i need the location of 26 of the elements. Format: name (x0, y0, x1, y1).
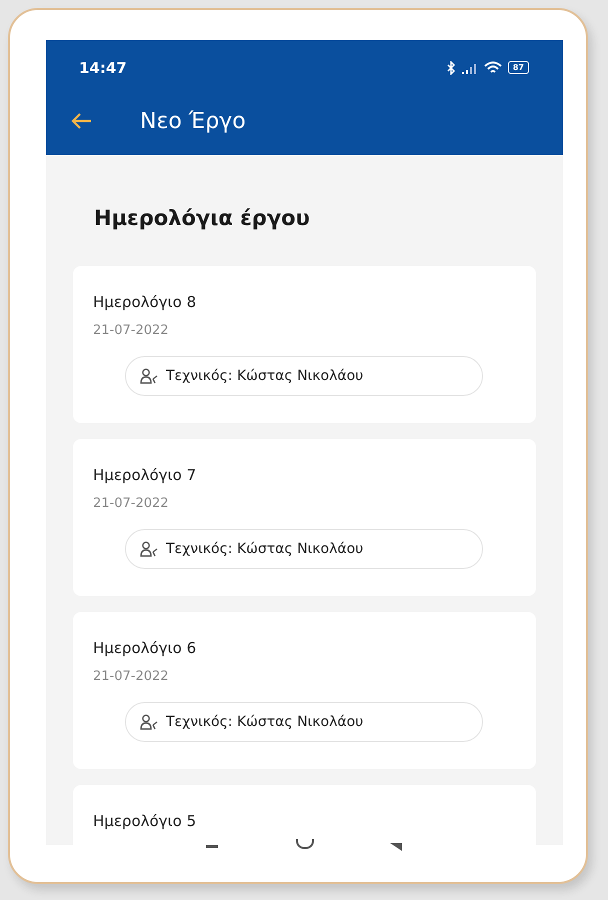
person-icon (140, 541, 158, 557)
log-date: 21-07-2022 (93, 669, 170, 684)
log-card[interactable]: Ημερολόγιο 5 (73, 785, 536, 845)
technician-chip: Τεχνικός: Κώστας Νικολάου (125, 356, 483, 396)
log-card[interactable]: Ημερολόγιο 6 21-07-2022 Τεχνικός: Κώστας Νικολάου (73, 612, 536, 769)
wifi-icon (484, 60, 502, 74)
signal-icon (462, 62, 478, 74)
technician-chip: Τεχνικός: Κώστας Νικολάου (125, 702, 483, 742)
battery-icon: 87 (508, 61, 529, 74)
log-title: Ημερολόγιο 5 (93, 811, 198, 831)
person-icon (140, 368, 158, 384)
back-icon[interactable] (390, 843, 402, 851)
page-title: Νεο Έργο (140, 108, 246, 134)
log-date: 21-07-2022 (93, 496, 170, 511)
technician-chip: Τεχνικός: Κώστας Νικολάου (125, 529, 483, 569)
log-date: 21-07-2022 (93, 323, 170, 338)
section-heading: Ημερολόγια έργου (94, 205, 311, 232)
person-icon (140, 714, 158, 730)
log-title: Ημερολόγιο 6 (93, 638, 198, 658)
status-time: 14:47 (79, 58, 127, 76)
log-card[interactable]: Ημερολόγιο 8 21-07-2022 Τεχνικός: Κώστας Νικολάου (73, 266, 536, 423)
log-title: Ημερολόγιο 8 (93, 292, 198, 312)
bluetooth-icon (446, 60, 456, 74)
home-icon[interactable] (296, 839, 314, 849)
log-title: Ημερολόγιο 7 (93, 465, 198, 485)
log-card[interactable]: Ημερολόγιο 7 21-07-2022 Τεχνικός: Κώστας Νικολάου (73, 439, 536, 596)
